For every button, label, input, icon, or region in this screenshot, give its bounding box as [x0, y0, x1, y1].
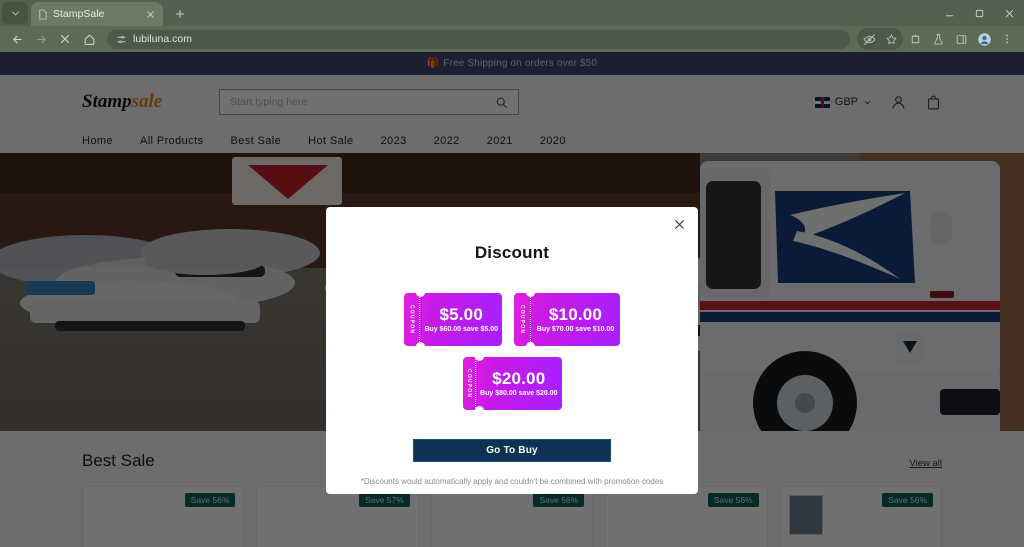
coupon-card[interactable]: COUPON $20.00 Buy $80.00 save $20.00	[463, 357, 562, 410]
coupon-body: $5.00 Buy $60.00 save $5.00	[420, 293, 502, 346]
home-icon	[83, 33, 96, 46]
browser-tab[interactable]: StampSale	[31, 2, 163, 26]
minimize-icon	[944, 8, 955, 19]
modal-title: Discount	[475, 243, 549, 263]
arrow-right-icon	[35, 33, 48, 46]
tab-title: StampSale	[53, 8, 139, 20]
coupon-notch-bottom	[475, 406, 484, 410]
coupon-description: Buy $60.00 save $5.00	[424, 326, 498, 333]
extensions-icon	[909, 33, 922, 46]
discount-modal: Discount COUPON $5.00 Buy $60.00 save $5…	[326, 207, 698, 494]
profile-button[interactable]	[973, 28, 995, 50]
coupon-row-top: COUPON $5.00 Buy $60.00 save $5.00 COUPO…	[404, 293, 620, 346]
coupon-body: $10.00 Buy $70.00 save $10.00	[531, 293, 620, 346]
chevron-down-icon	[10, 8, 21, 19]
tune-icon	[116, 34, 127, 45]
page-icon	[37, 9, 48, 20]
arrow-left-icon	[11, 33, 24, 46]
maximize-icon	[974, 8, 985, 19]
coupon-amount: $10.00	[549, 306, 602, 324]
flask-icon	[932, 33, 945, 46]
lab-experiments-button[interactable]	[927, 28, 949, 50]
home-button[interactable]	[78, 28, 100, 50]
tab-strip: StampSale	[0, 0, 1024, 26]
address-bar-url: lubiluna.com	[133, 33, 192, 45]
coupon-notch-bottom	[526, 342, 535, 346]
account-avatar-icon	[977, 32, 992, 47]
stop-loading-button[interactable]	[54, 28, 76, 50]
tracking-protection-button[interactable]	[858, 28, 880, 50]
coupon-notch-bottom	[416, 342, 425, 346]
plus-icon	[174, 8, 186, 20]
modal-disclaimer: *Discounts would automatically apply and…	[361, 476, 664, 488]
coupon-amount: $20.00	[492, 370, 545, 388]
window-maximize-button[interactable]	[964, 0, 994, 26]
close-icon	[673, 218, 686, 231]
close-icon	[146, 10, 155, 19]
three-dot-menu-icon	[1001, 33, 1013, 45]
toolbar-right-icons	[857, 28, 1018, 50]
side-panel-icon	[955, 33, 968, 46]
coupon-amount: $5.00	[439, 306, 483, 324]
coupon-stub: COUPON	[404, 293, 420, 346]
coupon-card[interactable]: COUPON $10.00 Buy $70.00 save $10.00	[514, 293, 620, 346]
coupon-description: Buy $80.00 save $20.00	[480, 390, 557, 397]
coupon-stub-label: COUPON	[466, 369, 472, 398]
window-controls	[934, 0, 1024, 26]
browser-window: StampSale	[0, 0, 1024, 547]
side-panel-button[interactable]	[950, 28, 972, 50]
back-button[interactable]	[6, 28, 28, 50]
star-icon	[885, 33, 898, 46]
extensions-button[interactable]	[904, 28, 926, 50]
tab-search-button[interactable]	[2, 2, 28, 24]
coupon-card[interactable]: COUPON $5.00 Buy $60.00 save $5.00	[404, 293, 502, 346]
coupon-body: $20.00 Buy $80.00 save $20.00	[476, 357, 561, 410]
coupon-stub: COUPON	[514, 293, 531, 346]
window-close-button[interactable]	[994, 0, 1024, 26]
browser-toolbar: lubiluna.com	[0, 26, 1024, 52]
coupon-stub-label: COUPON	[409, 305, 415, 334]
address-bar[interactable]: lubiluna.com	[107, 30, 850, 49]
bookmark-button[interactable]	[880, 28, 902, 50]
coupon-stub-label: COUPON	[519, 305, 525, 334]
forward-button[interactable]	[30, 28, 52, 50]
eye-off-icon	[863, 33, 876, 46]
modal-close-button[interactable]	[672, 217, 687, 232]
window-close-icon	[1004, 8, 1015, 19]
page-viewport: 🎁 Free Shipping on orders over $50 Stamp…	[0, 52, 1024, 547]
coupon-description: Buy $70.00 save $10.00	[537, 326, 614, 333]
coupon-stub: COUPON	[463, 357, 477, 410]
browser-menu-button[interactable]	[996, 28, 1018, 50]
stop-loading-icon	[59, 33, 71, 45]
coupon-row-bottom: COUPON $20.00 Buy $80.00 save $20.00	[463, 357, 562, 410]
go-to-buy-button[interactable]: Go To Buy	[413, 439, 611, 462]
new-tab-button[interactable]	[169, 3, 191, 25]
tab-close-button[interactable]	[144, 8, 157, 21]
window-minimize-button[interactable]	[934, 0, 964, 26]
privacy-bookmark-group	[857, 28, 903, 50]
